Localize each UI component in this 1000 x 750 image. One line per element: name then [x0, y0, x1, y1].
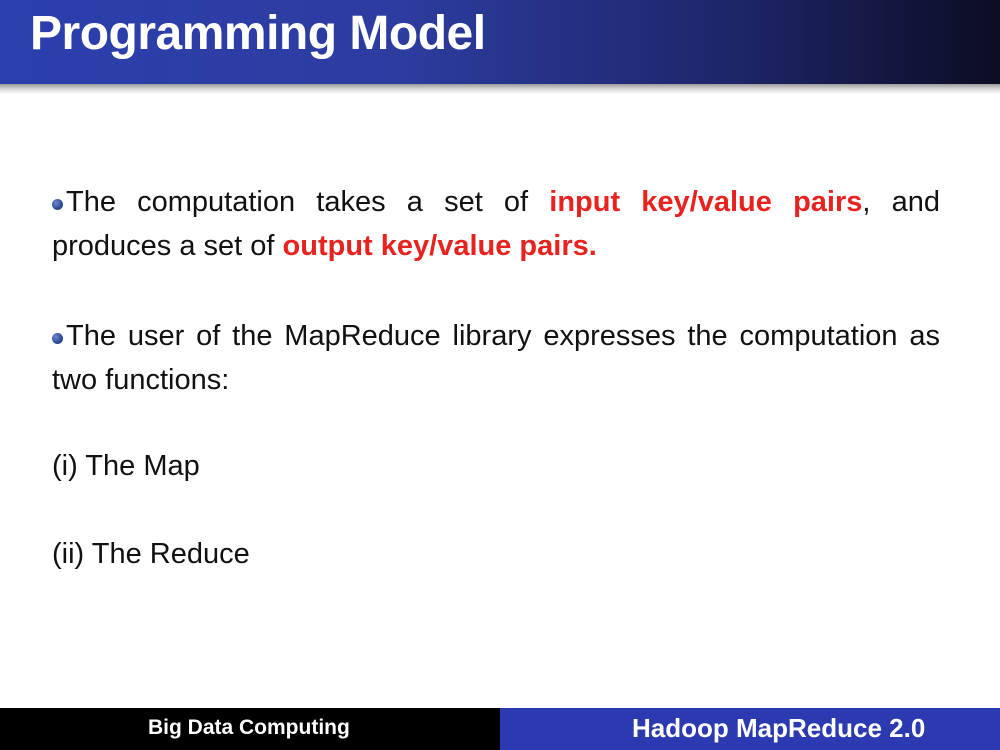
paragraph1-text-a: The computation takes a set of — [66, 186, 550, 218]
paragraph-input-output: The computation takes a set of input key… — [52, 180, 940, 268]
list-item-map: (i) The Map — [52, 450, 200, 482]
footer-right: Hadoop MapReduce 2.0 — [500, 708, 1000, 750]
bullet-icon — [52, 333, 63, 344]
list-item-reduce: (ii) The Reduce — [52, 538, 250, 570]
paragraph2-text: The user of the MapReduce library expres… — [52, 320, 940, 396]
title-bar-shadow — [0, 84, 1000, 94]
highlight-output-pairs: output key/value pairs. — [282, 230, 597, 262]
footer-course-label: Big Data Computing — [148, 716, 350, 739]
footer-left: Big Data Computing — [0, 708, 500, 750]
slide-body: The computation takes a set of input key… — [52, 180, 940, 576]
highlight-input-pairs: input key/value pairs — [549, 186, 863, 218]
bullet-icon — [52, 199, 63, 210]
paragraph-user-functions: The user of the MapReduce library expres… — [52, 314, 940, 402]
slide-title: Programming Model — [30, 7, 486, 60]
footer-topic-label: Hadoop MapReduce 2.0 — [632, 713, 926, 743]
title-bar: Programming Model — [0, 0, 1000, 84]
